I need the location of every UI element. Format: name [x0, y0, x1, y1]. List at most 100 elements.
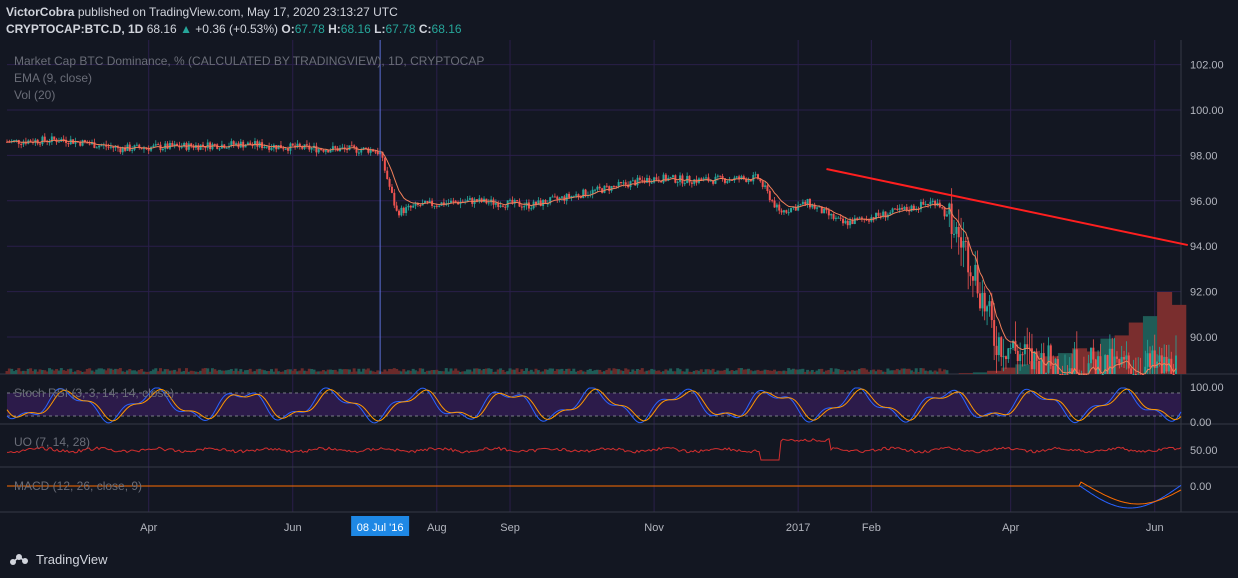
candle-body — [988, 301, 991, 307]
time-axis[interactable]: Apr Jun Aug Sep Nov 2017 Feb Apr Jun 08 Jul '16 — [140, 516, 1164, 536]
candle-body — [636, 177, 639, 186]
candle-body — [993, 320, 996, 346]
time-tick: Apr — [1002, 522, 1019, 534]
low-value: 67.78 — [385, 22, 416, 36]
candle-body — [1163, 356, 1166, 374]
price-candles[interactable] — [6, 132, 1177, 375]
candle-body — [620, 181, 623, 183]
candle-body — [322, 149, 325, 152]
open-label: O: — [281, 22, 295, 36]
price-axis[interactable]: 102.00 100.00 98.00 96.00 94.00 92.00 90.00 — [1190, 60, 1224, 344]
candle-body — [671, 175, 674, 178]
candle-body — [846, 220, 849, 226]
candle-body — [719, 175, 722, 177]
candle-body — [1014, 340, 1017, 351]
tradingview-brand: TradingView — [36, 551, 108, 567]
candle-body — [504, 206, 507, 208]
time-tick: Aug — [427, 522, 447, 534]
candle-body — [601, 188, 604, 193]
candle-body — [553, 196, 556, 198]
candle-body — [905, 206, 908, 211]
candle-body — [823, 208, 826, 214]
candle-body — [1172, 374, 1175, 375]
candle-body — [1125, 355, 1128, 360]
candle-body — [499, 205, 502, 207]
candle-body — [721, 176, 724, 179]
candle-body — [787, 212, 790, 214]
candle-body — [324, 150, 327, 152]
candle-body — [433, 205, 436, 207]
candle-body — [218, 148, 221, 150]
candle-body — [716, 175, 719, 177]
candle-body — [929, 201, 932, 205]
candle-body — [1052, 365, 1055, 374]
candle-body — [707, 177, 710, 182]
candle-body — [1047, 345, 1050, 373]
candle-body — [357, 152, 360, 154]
trendline[interactable] — [826, 168, 1189, 247]
candle-body — [766, 185, 769, 192]
macd-pane — [7, 481, 1182, 509]
macd-signal-line — [7, 481, 1182, 505]
candle-body — [1038, 360, 1041, 374]
candle-body — [376, 151, 379, 155]
stoch-band — [7, 393, 1181, 416]
tradingview-logo[interactable]: TradingView — [8, 551, 108, 567]
macd-line — [7, 484, 1182, 509]
candle-body — [360, 149, 363, 153]
candle-body — [676, 181, 679, 183]
candle-body — [1137, 373, 1140, 375]
candle-body — [877, 212, 880, 216]
candle-body — [690, 182, 693, 184]
candle-body — [761, 181, 764, 187]
candle-body — [705, 177, 708, 179]
candle-body — [407, 205, 410, 208]
candle-body — [801, 201, 804, 205]
candle-body — [310, 147, 313, 150]
candle-body — [1066, 373, 1069, 375]
indicator-tick: 0.00 — [1190, 417, 1211, 429]
candle-body — [662, 174, 665, 183]
candle-body — [816, 207, 819, 209]
candle-body — [516, 200, 519, 202]
candle-body — [81, 140, 84, 146]
candle-body — [842, 218, 845, 224]
candle-body — [1108, 348, 1111, 374]
candle-body — [967, 241, 970, 273]
author-name[interactable]: VictorCobra — [6, 5, 74, 19]
candle-body — [341, 147, 344, 149]
candle-body — [1033, 351, 1036, 370]
candle-body — [1009, 347, 1012, 349]
candle-body — [1146, 353, 1149, 367]
candle-body — [398, 210, 401, 216]
candle-body — [624, 182, 627, 185]
candle-body — [39, 143, 42, 145]
chart-canvas[interactable]: Market Cap BTC Dominance, % (CALCULATED … — [0, 40, 1238, 546]
candle-body — [334, 146, 337, 148]
candle-body — [400, 207, 403, 216]
candle-body — [197, 145, 200, 150]
candle-body — [622, 182, 625, 184]
candle-body — [898, 207, 901, 210]
candle-body — [891, 208, 894, 213]
indicator-tick: 100.00 — [1190, 382, 1224, 394]
candle-body — [180, 146, 183, 148]
candle-body — [997, 337, 1000, 356]
indicator-axes: 100.00 0.00 50.00 0.00 — [1190, 382, 1224, 493]
candle-body — [808, 199, 811, 208]
candle-body — [1092, 347, 1095, 360]
candle-body — [308, 145, 311, 150]
candle-body — [778, 204, 781, 211]
candle-body — [1059, 374, 1062, 375]
candle-body — [41, 136, 44, 145]
candle-body — [317, 148, 320, 153]
candle-body — [827, 210, 830, 216]
candle-body — [771, 200, 774, 202]
candle-body — [426, 201, 429, 203]
candle-body — [867, 220, 870, 222]
volume-bars — [5, 292, 1187, 374]
candle-body — [955, 226, 958, 234]
time-tick: Nov — [644, 522, 664, 534]
candle-body — [638, 177, 641, 180]
candle-body — [839, 217, 842, 219]
